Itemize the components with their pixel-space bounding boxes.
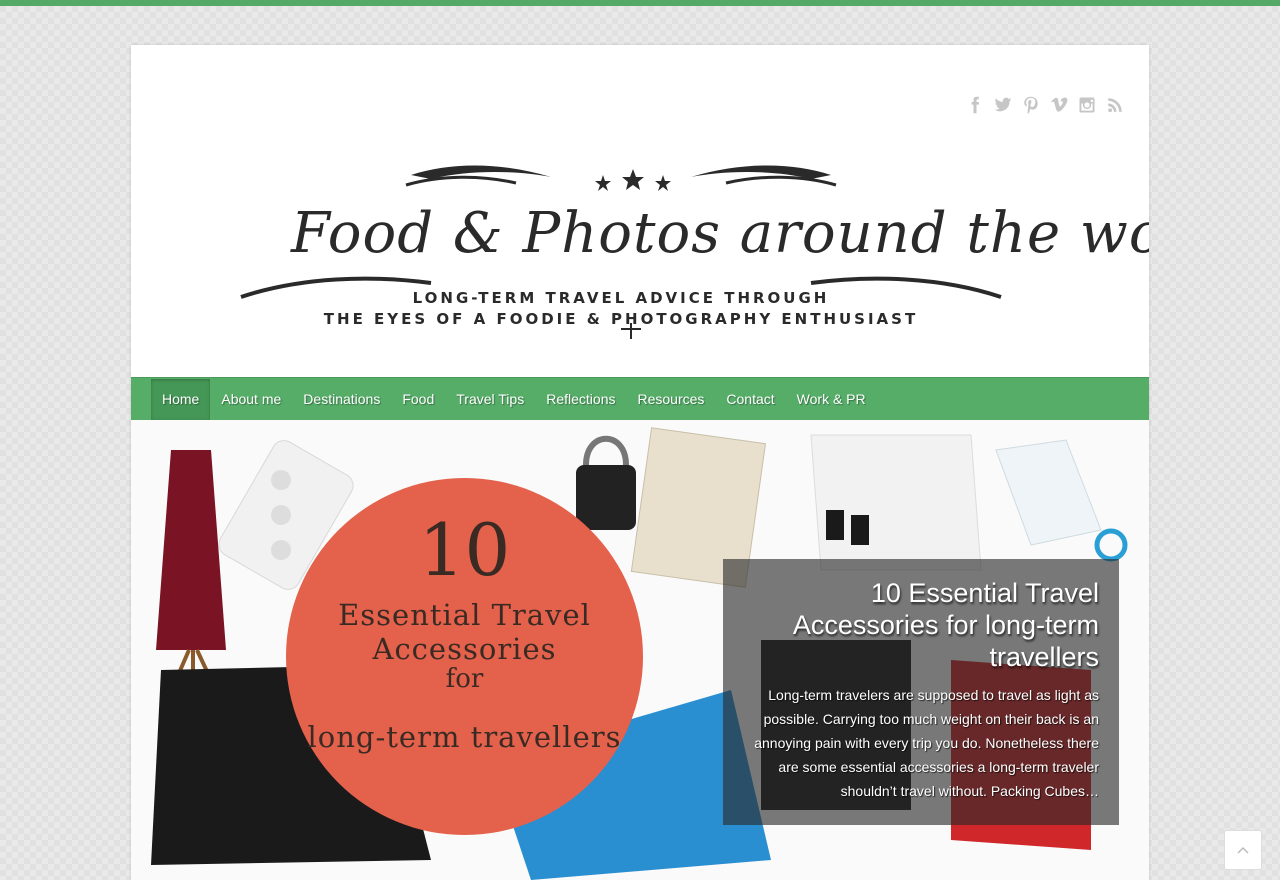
twitter-icon[interactable] xyxy=(993,95,1013,115)
facebook-icon[interactable] xyxy=(965,95,985,115)
hero-excerpt: Long-term travelers are supposed to trav… xyxy=(754,687,1099,799)
hero-title[interactable]: 10 Essential Travel Accessories for long… xyxy=(743,577,1099,673)
nav-item-about-me[interactable]: About me xyxy=(210,379,292,420)
logo-subtitle-line2: THE EYES OF A FOODIE & PHOTOGRAPHY ENTHU… xyxy=(323,310,919,328)
nav-item-home[interactable]: Home xyxy=(151,378,211,420)
logo-title: Food & Photos around the world xyxy=(291,201,1149,266)
nav-item-resources[interactable]: Resources xyxy=(626,379,715,420)
logo-subtitle-line1: LONG-TERM TRAVEL ADVICE THROUGH xyxy=(412,289,830,307)
nav-item-reflections[interactable]: Reflections xyxy=(535,379,626,420)
hero-circle-number: 10 xyxy=(418,508,511,592)
main-navigation: Home About me Destinations Food Travel T… xyxy=(131,377,1149,420)
top-accent-bar xyxy=(0,0,1280,6)
hero-graphic-circle: 10 Essential Travel Accessories for long… xyxy=(286,478,643,835)
hero-circle-line2: for xyxy=(445,664,484,694)
nav-item-contact[interactable]: Contact xyxy=(715,379,785,420)
featured-slider[interactable]: 10 Essential Travel Accessories for long… xyxy=(131,420,1149,880)
social-links xyxy=(965,95,1125,115)
pinterest-icon[interactable] xyxy=(1021,95,1041,115)
vimeo-icon[interactable] xyxy=(1049,95,1069,115)
instagram-icon[interactable] xyxy=(1077,95,1097,115)
rss-icon[interactable] xyxy=(1105,95,1125,115)
nav-item-food[interactable]: Food xyxy=(391,379,445,420)
nav-item-destinations[interactable]: Destinations xyxy=(292,379,391,420)
nav-item-work-pr[interactable]: Work & PR xyxy=(786,379,877,420)
page-container: Food & Photos around the world LONG-TERM… xyxy=(131,45,1149,880)
hero-circle-line1: Essential Travel Accessories xyxy=(338,598,591,666)
hero-caption[interactable]: 10 Essential Travel Accessories for long… xyxy=(723,559,1119,825)
site-logo[interactable]: Food & Photos around the world LONG-TERM… xyxy=(231,157,1149,347)
chevron-up-icon xyxy=(1237,846,1249,854)
hero-circle-line3: long-term travellers xyxy=(307,720,622,754)
scroll-to-top-button[interactable] xyxy=(1224,830,1262,870)
nav-item-travel-tips[interactable]: Travel Tips xyxy=(445,379,535,420)
